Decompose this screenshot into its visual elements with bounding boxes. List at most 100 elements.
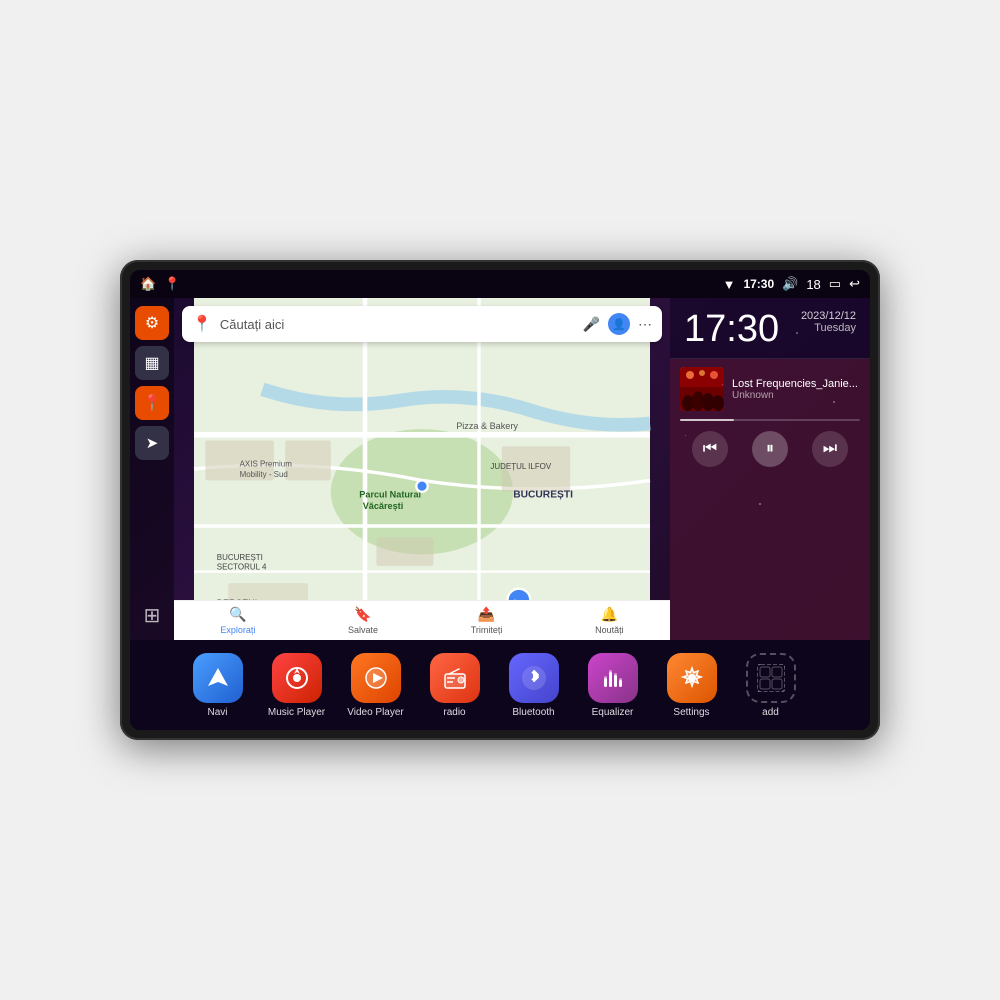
- bluetooth-icon-bg: [509, 653, 559, 703]
- app-bluetooth[interactable]: Bluetooth: [496, 653, 571, 718]
- settings-label: Settings: [673, 707, 709, 718]
- saved-icon: 🔖: [354, 606, 371, 623]
- bluetooth-label: Bluetooth: [512, 707, 554, 718]
- app-equalizer[interactable]: Equalizer: [575, 653, 650, 718]
- menu-icon: ▦: [144, 353, 159, 373]
- map-area[interactable]: AXIS Premium Mobility - Sud Pizza & Bake…: [174, 298, 670, 640]
- add-icon-bg: [746, 653, 796, 703]
- pause-button[interactable]: ⏸: [752, 431, 788, 467]
- volume-icon: 🔊: [782, 276, 798, 292]
- music-progress-fill: [680, 419, 734, 421]
- car-head-unit: 🏠 📍 ▼ 17:30 🔊 18 ▭ ↩: [120, 260, 880, 740]
- navi-icon-bg: [193, 653, 243, 703]
- right-panel: 17:30 2023/12/12 Tuesday: [670, 298, 870, 640]
- music-controls: ⏮ ⏸ ⏭: [680, 431, 860, 467]
- next-icon: ⏭: [823, 440, 837, 458]
- share-label: Trimiteți: [471, 625, 503, 635]
- svg-text:Văcărești: Văcărești: [363, 501, 404, 511]
- svg-text:Pizza & Bakery: Pizza & Bakery: [456, 421, 518, 431]
- status-right: ▼ 17:30 🔊 18 ▭ ↩: [723, 276, 860, 292]
- map-settings-icon[interactable]: ⋯: [638, 316, 652, 333]
- sidebar-settings-button[interactable]: ⚙: [135, 306, 169, 340]
- svg-text:AXIS Premium: AXIS Premium: [240, 460, 293, 469]
- music-widget: Lost Frequencies_Janie... Unknown ⏮ ⏸: [670, 359, 870, 640]
- grid-icon: ⊞: [144, 603, 161, 628]
- mic-icon[interactable]: 🎤: [583, 316, 600, 333]
- svg-text:Mobility - Sud: Mobility - Sud: [240, 470, 288, 479]
- map-bottom-nav: 🔍 Explorați 🔖 Salvate 📤 Trimiteți �: [174, 600, 670, 640]
- status-bar: 🏠 📍 ▼ 17:30 🔊 18 ▭ ↩: [130, 270, 870, 298]
- gear-icon: ⚙: [145, 313, 159, 333]
- map-nav-explore[interactable]: 🔍 Explorați: [220, 606, 255, 635]
- sidebar-map-button[interactable]: 📍: [135, 386, 169, 420]
- screen: 🏠 📍 ▼ 17:30 🔊 18 ▭ ↩: [130, 270, 870, 730]
- share-icon: 📤: [478, 606, 495, 623]
- back-icon[interactable]: ↩: [849, 276, 860, 292]
- video-player-icon-bg: [351, 653, 401, 703]
- sidebar-navi-button[interactable]: ➤: [135, 426, 169, 460]
- arrow-icon: ➤: [146, 434, 159, 452]
- clock-date-day: Tuesday: [801, 322, 856, 334]
- saved-label: Salvate: [348, 625, 378, 635]
- user-avatar-icon: 👤: [612, 318, 626, 331]
- status-left: 🏠 📍: [140, 276, 180, 292]
- sidebar-apps-button[interactable]: ⊞: [135, 598, 169, 632]
- svg-text:BUCUREȘTI: BUCUREȘTI: [217, 553, 263, 562]
- map-nav-share[interactable]: 📤 Trimiteți: [471, 606, 503, 635]
- equalizer-icon-bg: [588, 653, 638, 703]
- music-track-row: Lost Frequencies_Janie... Unknown: [680, 367, 860, 411]
- svg-text:JUDEȚUL ILFOV: JUDEȚUL ILFOV: [490, 462, 551, 471]
- prev-button[interactable]: ⏮: [692, 431, 728, 467]
- music-info: Lost Frequencies_Janie... Unknown: [732, 378, 860, 401]
- clock-time: 17:30: [684, 310, 779, 348]
- music-progress-bar[interactable]: [680, 419, 860, 421]
- wifi-icon: ▼: [723, 277, 736, 292]
- radio-label: radio: [443, 707, 465, 718]
- clock-date: 2023/12/12 Tuesday: [801, 310, 856, 334]
- app-add[interactable]: add: [733, 653, 808, 718]
- map-svg: AXIS Premium Mobility - Sud Pizza & Bake…: [174, 298, 670, 640]
- app-radio[interactable]: radio: [417, 653, 492, 718]
- home-icon[interactable]: 🏠: [140, 276, 156, 292]
- svg-text:BUCUREȘTI: BUCUREȘTI: [513, 490, 573, 501]
- music-album-art: [680, 367, 724, 411]
- settings-icon-bg: [667, 653, 717, 703]
- pause-icon: ⏸: [766, 440, 774, 458]
- pin-icon: 📍: [142, 393, 162, 413]
- explore-icon: 🔍: [229, 606, 246, 623]
- news-icon: 🔔: [601, 606, 618, 623]
- map-search-bar[interactable]: 📍 Căutați aici 🎤 👤 ⋯: [182, 306, 662, 342]
- battery-level: 18: [806, 277, 820, 292]
- app-video-player[interactable]: Video Player: [338, 653, 413, 718]
- app-settings[interactable]: Settings: [654, 653, 729, 718]
- music-artist: Unknown: [732, 390, 860, 401]
- navi-label: Navi: [207, 707, 227, 718]
- maps-icon[interactable]: 📍: [164, 276, 180, 292]
- video-player-label: Video Player: [347, 707, 404, 718]
- map-container: AXIS Premium Mobility - Sud Pizza & Bake…: [174, 298, 670, 640]
- user-avatar[interactable]: 👤: [608, 313, 630, 335]
- sidebar-menu-button[interactable]: ▦: [135, 346, 169, 380]
- map-nav-news[interactable]: 🔔 Noutăți: [595, 606, 624, 635]
- clock-date-year: 2023/12/12: [801, 310, 856, 322]
- svg-text:SECTORUL 4: SECTORUL 4: [217, 562, 267, 571]
- next-button[interactable]: ⏭: [812, 431, 848, 467]
- left-sidebar: ⚙ ▦ 📍 ➤ ⊞: [130, 298, 174, 640]
- prev-icon: ⏮: [703, 440, 717, 458]
- music-player-icon-bg: [272, 653, 322, 703]
- app-dock: Navi Music Player: [130, 640, 870, 730]
- music-player-label: Music Player: [268, 707, 325, 718]
- map-search-placeholder: Căutați aici: [220, 317, 575, 332]
- explore-label: Explorați: [220, 625, 255, 635]
- add-label: add: [762, 707, 779, 718]
- status-time: 17:30: [743, 277, 774, 291]
- equalizer-label: Equalizer: [592, 707, 634, 718]
- main-content: ⚙ ▦ 📍 ➤ ⊞: [130, 298, 870, 640]
- map-nav-saved[interactable]: 🔖 Salvate: [348, 606, 378, 635]
- app-navi[interactable]: Navi: [180, 653, 255, 718]
- google-maps-icon: 📍: [192, 314, 212, 334]
- app-music-player[interactable]: Music Player: [259, 653, 334, 718]
- svg-text:Parcul Natural: Parcul Natural: [359, 490, 421, 500]
- clock-widget: 17:30 2023/12/12 Tuesday: [670, 298, 870, 359]
- battery-icon: ▭: [829, 276, 841, 292]
